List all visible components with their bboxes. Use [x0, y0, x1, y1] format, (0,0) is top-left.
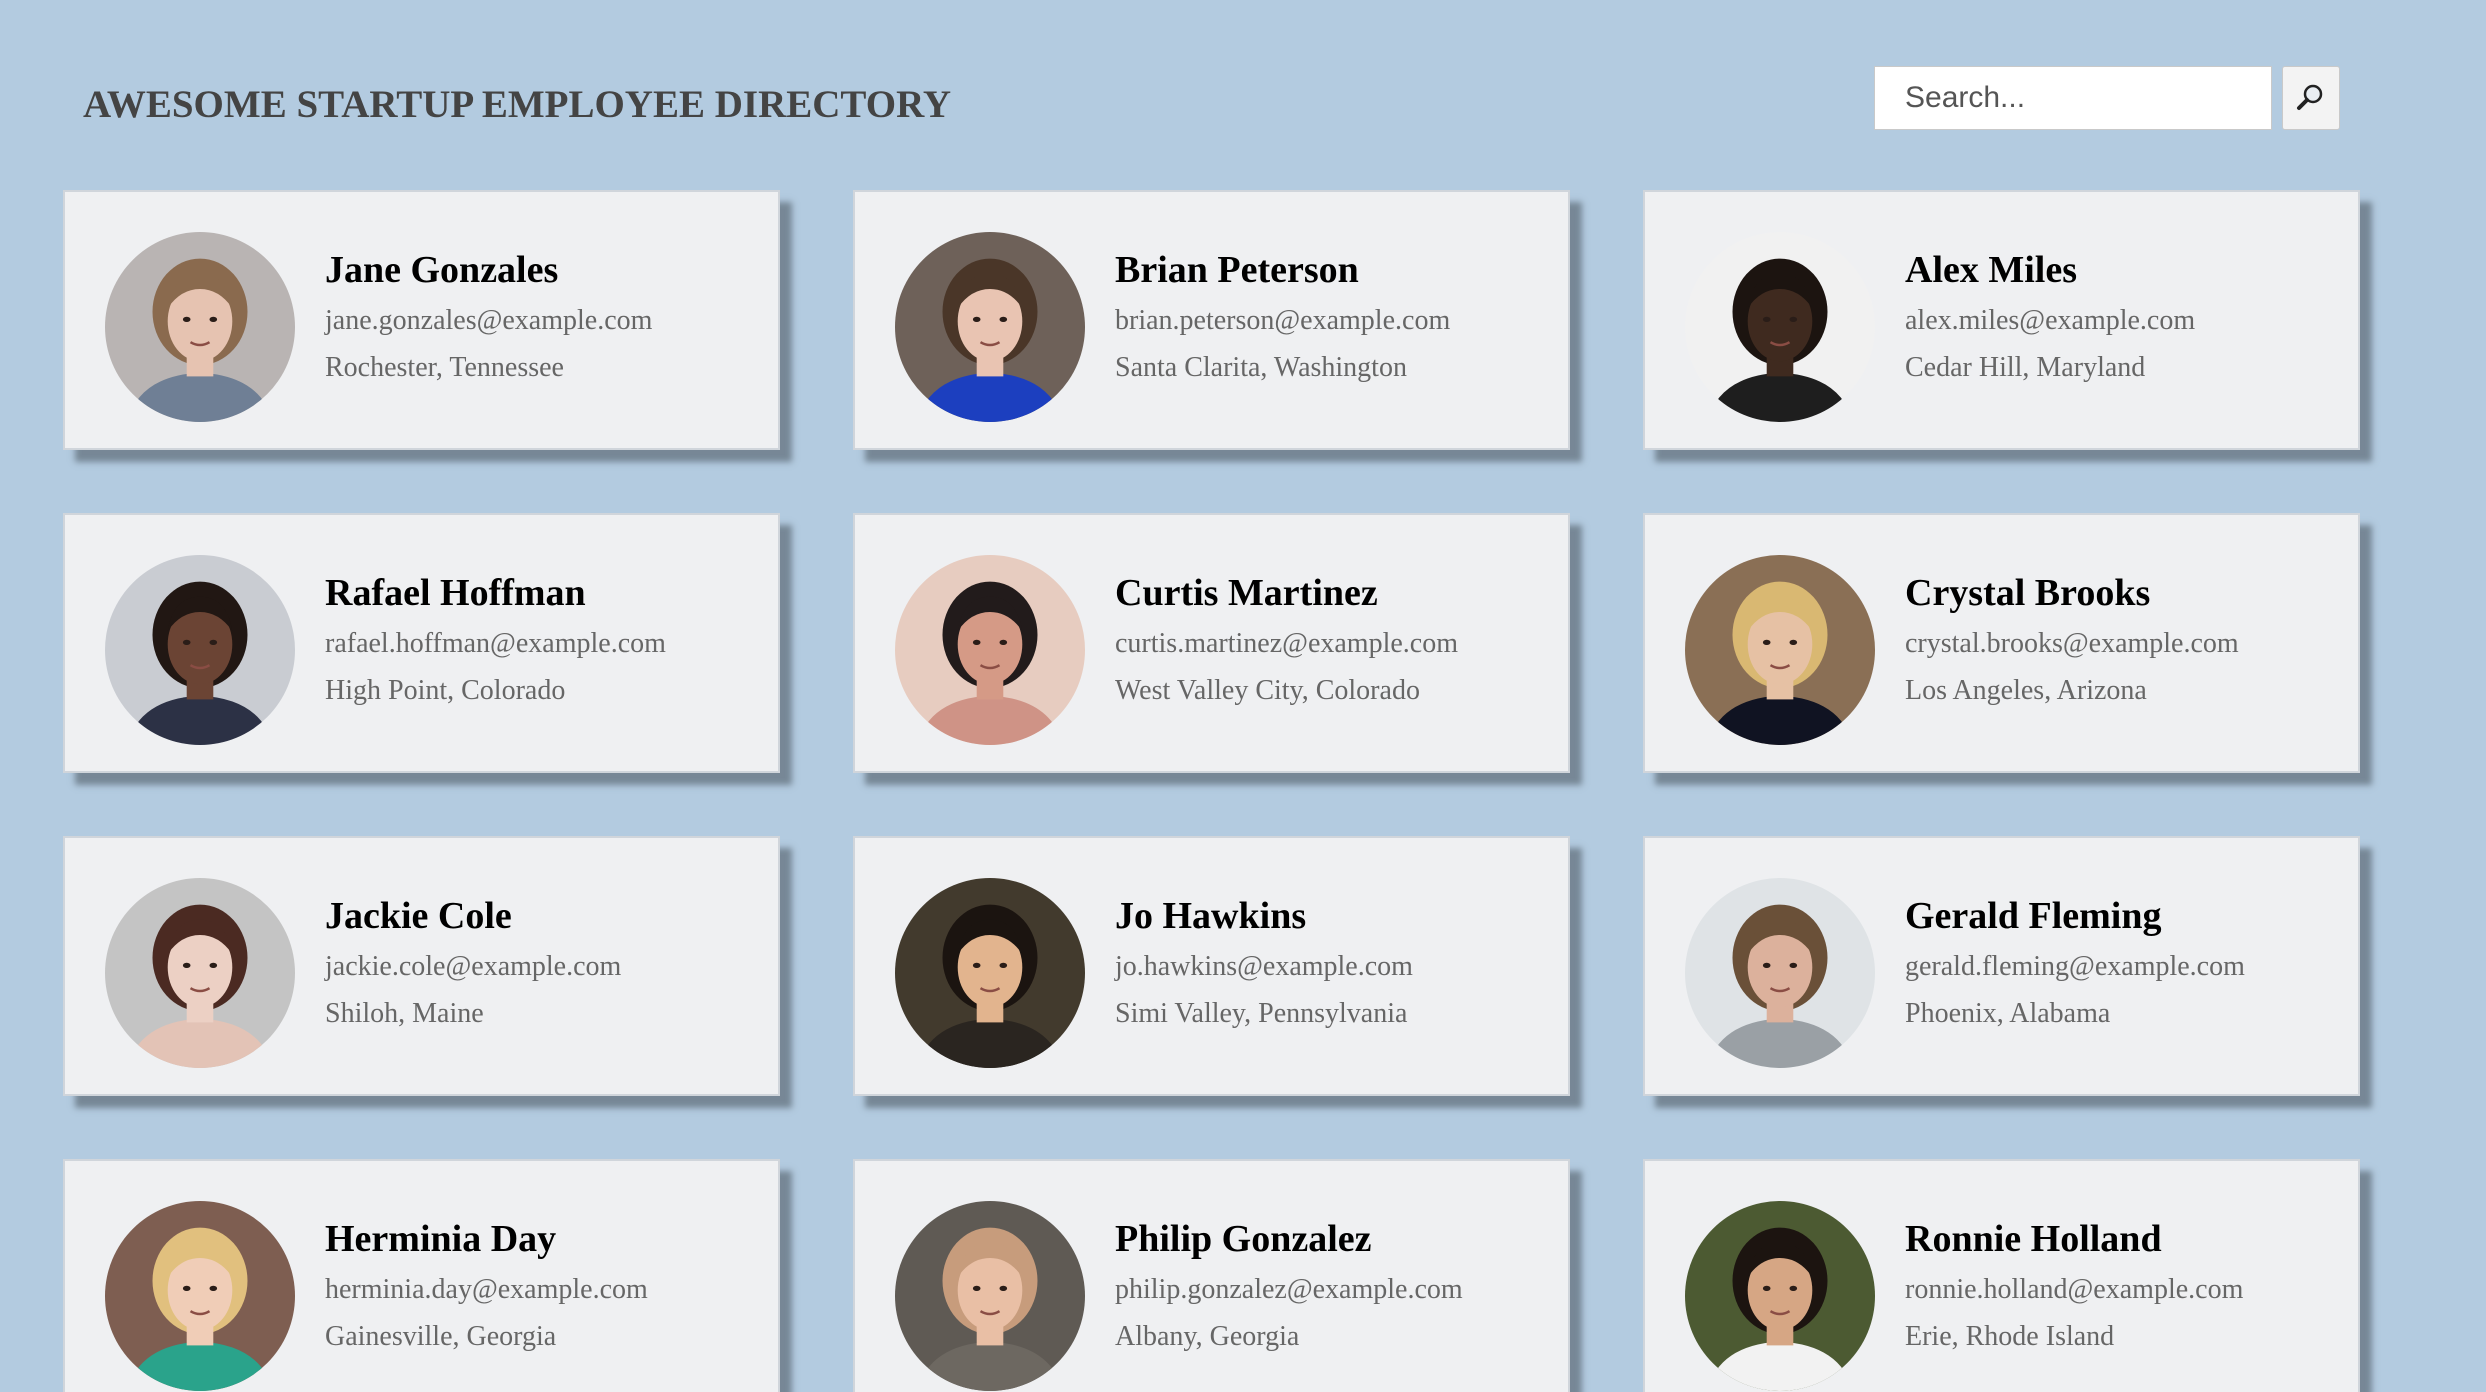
employee-card[interactable]: Brian Peterson brian.peterson@example.co… — [853, 190, 1570, 450]
employee-name: Alex Miles — [1905, 249, 2078, 291]
employee-info: Rafael Hoffman rafael.hoffman@example.co… — [325, 571, 666, 708]
employee-info: Jo Hawkins jo.hawkins@example.com Simi V… — [1115, 894, 1413, 1031]
employee-email: jackie.cole@example.com — [325, 951, 622, 982]
employee-email: philip.gonzalez@example.com — [1115, 1274, 1463, 1305]
employee-card[interactable]: Curtis Martinez curtis.martinez@example.… — [853, 513, 1570, 773]
employee-photo — [895, 555, 1085, 745]
employee-photo — [105, 555, 295, 745]
employee-avatar — [1685, 232, 1875, 422]
employee-name: Brian Peterson — [1115, 249, 1359, 291]
employee-info: Ronnie Holland ronnie.holland@example.co… — [1905, 1217, 2243, 1354]
employee-email: rafael.hoffman@example.com — [325, 628, 666, 659]
employee-email: alex.miles@example.com — [1905, 305, 2196, 336]
employee-email: jane.gonzales@example.com — [325, 305, 653, 336]
employee-card[interactable]: Ronnie Holland ronnie.holland@example.co… — [1643, 1159, 2360, 1392]
employee-location: Los Angeles, Arizona — [1905, 675, 2147, 706]
employee-location: Rochester, Tennessee — [325, 352, 564, 383]
employee-card[interactable]: Jo Hawkins jo.hawkins@example.com Simi V… — [853, 836, 1570, 1096]
employee-photo — [895, 1201, 1085, 1391]
employee-info: Philip Gonzalez philip.gonzalez@example.… — [1115, 1217, 1463, 1354]
employee-location: Cedar Hill, Maryland — [1905, 352, 2146, 383]
employee-email: jo.hawkins@example.com — [1115, 951, 1413, 982]
employee-email: gerald.fleming@example.com — [1905, 951, 2245, 982]
employee-name: Ronnie Holland — [1905, 1218, 2162, 1260]
employee-email: crystal.brooks@example.com — [1905, 628, 2239, 659]
employee-email: herminia.day@example.com — [325, 1274, 648, 1305]
employee-info: Jane Gonzales jane.gonzales@example.com … — [325, 248, 652, 385]
employee-location: Phoenix, Alabama — [1905, 998, 2111, 1029]
employee-name: Jane Gonzales — [325, 249, 559, 291]
employee-avatar — [895, 1201, 1085, 1391]
employee-avatar — [105, 1201, 295, 1391]
employee-card[interactable]: Jane Gonzales jane.gonzales@example.com … — [63, 190, 780, 450]
search-icon — [2296, 82, 2326, 115]
employee-info: Brian Peterson brian.peterson@example.co… — [1115, 248, 1450, 385]
employee-location: Albany, Georgia — [1115, 1321, 1300, 1352]
employee-location: Santa Clarita, Washington — [1115, 352, 1407, 383]
employee-location: Shiloh, Maine — [325, 998, 484, 1029]
employee-card[interactable]: Alex Miles alex.miles@example.com Cedar … — [1643, 190, 2360, 450]
employee-location: West Valley City, Colorado — [1115, 675, 1420, 706]
employee-name: Philip Gonzalez — [1115, 1218, 1372, 1260]
page-title: AWESOME STARTUP EMPLOYEE DIRECTORY — [83, 83, 952, 126]
employee-name: Herminia Day — [325, 1218, 557, 1260]
employee-info: Gerald Fleming gerald.fleming@example.co… — [1905, 894, 2245, 1031]
employee-name: Jo Hawkins — [1115, 895, 1307, 937]
employee-photo — [895, 232, 1085, 422]
employee-avatar — [105, 878, 295, 1068]
employee-location: High Point, Colorado — [325, 675, 566, 706]
employee-photo — [105, 878, 295, 1068]
employee-avatar — [895, 555, 1085, 745]
employee-info: Herminia Day herminia.day@example.com Ga… — [325, 1217, 648, 1354]
employee-avatar — [895, 232, 1085, 422]
employee-card[interactable]: Crystal Brooks crystal.brooks@example.co… — [1643, 513, 2360, 773]
employee-email: brian.peterson@example.com — [1115, 305, 1451, 336]
employee-card[interactable]: Herminia Day herminia.day@example.com Ga… — [63, 1159, 780, 1392]
employee-avatar — [895, 878, 1085, 1068]
employee-email: ronnie.holland@example.com — [1905, 1274, 2244, 1305]
employee-name: Jackie Cole — [325, 895, 512, 937]
employee-info: Jackie Cole jackie.cole@example.com Shil… — [325, 894, 621, 1031]
employee-photo — [895, 878, 1085, 1068]
employee-avatar — [1685, 555, 1875, 745]
employee-location: Simi Valley, Pennsylvania — [1115, 998, 1408, 1029]
employee-info: Curtis Martinez curtis.martinez@example.… — [1115, 571, 1458, 708]
employee-avatar — [105, 555, 295, 745]
employee-photo — [105, 232, 295, 422]
employee-name: Gerald Fleming — [1905, 895, 2162, 937]
search-input[interactable] — [1874, 66, 2272, 130]
employee-card[interactable]: Jackie Cole jackie.cole@example.com Shil… — [63, 836, 780, 1096]
employee-avatar — [105, 232, 295, 422]
directory-page: AWESOME STARTUP EMPLOYEE DIRECTORY Jane … — [0, 0, 2486, 1392]
employee-avatar — [1685, 878, 1875, 1068]
employee-photo — [1685, 1201, 1875, 1391]
employee-card[interactable]: Philip Gonzalez philip.gonzalez@example.… — [853, 1159, 1570, 1392]
employee-photo — [105, 1201, 295, 1391]
employee-info: Alex Miles alex.miles@example.com Cedar … — [1905, 248, 2195, 385]
employee-card[interactable]: Rafael Hoffman rafael.hoffman@example.co… — [63, 513, 780, 773]
employee-photo — [1685, 232, 1875, 422]
employee-name: Crystal Brooks — [1905, 572, 2151, 614]
employee-photo — [1685, 555, 1875, 745]
search-button[interactable] — [2282, 66, 2340, 130]
employee-name: Curtis Martinez — [1115, 572, 1378, 614]
employee-email: curtis.martinez@example.com — [1115, 628, 1458, 659]
employee-info: Crystal Brooks crystal.brooks@example.co… — [1905, 571, 2239, 708]
employee-location: Erie, Rhode Island — [1905, 1321, 2115, 1352]
employee-grid: Jane Gonzales jane.gonzales@example.com … — [63, 190, 2360, 1392]
employee-card[interactable]: Gerald Fleming gerald.fleming@example.co… — [1643, 836, 2360, 1096]
employee-avatar — [1685, 1201, 1875, 1391]
employee-name: Rafael Hoffman — [325, 572, 586, 614]
employee-photo — [1685, 878, 1875, 1068]
employee-location: Gainesville, Georgia — [325, 1321, 557, 1352]
